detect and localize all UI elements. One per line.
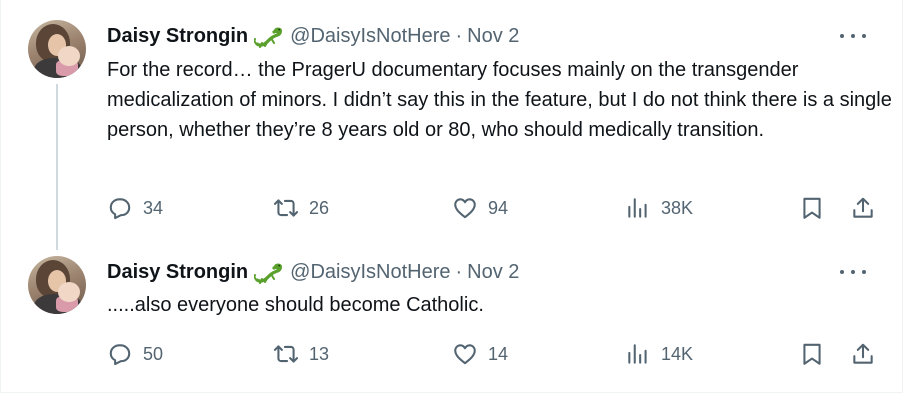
- share-icon: [853, 343, 873, 364]
- tweet-actions: 50 13 14 14K: [1, 339, 902, 369]
- lizard-emoji-icon: [254, 263, 283, 284]
- share-icon: [853, 197, 873, 218]
- thread-connector-line: [56, 84, 58, 250]
- separator-dot: ·: [455, 260, 463, 283]
- reply-button[interactable]: 50: [107, 339, 163, 369]
- repost-button[interactable]: 13: [273, 339, 329, 369]
- share-button[interactable]: [850, 339, 876, 369]
- tweet-header: Daisy Strongin @DaisyIsNotHere · Nov 2: [107, 24, 519, 48]
- reply-count: 50: [143, 343, 164, 364]
- like-button[interactable]: 94: [452, 193, 508, 223]
- bookmark-button[interactable]: [799, 339, 825, 369]
- thread-container: Daisy Strongin @DaisyIsNotHere · Nov 2 F…: [0, 0, 903, 393]
- repost-count: 13: [309, 343, 330, 364]
- reply-icon: [109, 344, 131, 366]
- view-count: 14K: [661, 343, 694, 364]
- repost-icon: [273, 199, 299, 217]
- reply-icon: [109, 198, 131, 220]
- more-options-icon[interactable]: [840, 26, 866, 46]
- heart-icon: [454, 344, 476, 365]
- tweet[interactable]: Daisy Strongin @DaisyIsNotHere · Nov 2 .…: [1, 250, 902, 390]
- author-handle[interactable]: @DaisyIsNotHere: [290, 25, 450, 48]
- separator-dot: ·: [455, 24, 463, 47]
- views-button[interactable]: 38K: [625, 193, 693, 223]
- tweet-actions: 34 26 94 38K: [1, 193, 902, 223]
- tweet-date[interactable]: Nov 2: [467, 261, 519, 284]
- reply-button[interactable]: 34: [107, 193, 163, 223]
- reply-count: 34: [143, 197, 164, 218]
- bookmark-icon: [803, 197, 821, 219]
- like-count: 94: [488, 197, 509, 218]
- views-chart-icon: [628, 198, 647, 218]
- avatar[interactable]: [28, 20, 86, 78]
- heart-icon: [454, 198, 476, 219]
- repost-button[interactable]: 26: [273, 193, 329, 223]
- tweet-header: Daisy Strongin @DaisyIsNotHere · Nov 2: [107, 260, 519, 284]
- bookmark-button[interactable]: [799, 193, 825, 223]
- avatar[interactable]: [28, 256, 86, 314]
- tweet[interactable]: Daisy Strongin @DaisyIsNotHere · Nov 2 F…: [1, 0, 902, 250]
- like-button[interactable]: 14: [452, 339, 508, 369]
- author-handle[interactable]: @DaisyIsNotHere: [290, 261, 450, 284]
- author-name[interactable]: Daisy Strongin: [107, 25, 248, 48]
- lizard-emoji-icon: [254, 27, 283, 48]
- repost-icon: [273, 345, 299, 363]
- repost-count: 26: [309, 197, 330, 218]
- tweet-text: .....also everyone should become Catholi…: [107, 294, 484, 316]
- views-button[interactable]: 14K: [625, 339, 693, 369]
- view-count: 38K: [661, 197, 694, 218]
- bookmark-icon: [803, 343, 821, 365]
- more-options-icon[interactable]: [840, 262, 866, 282]
- tweet-text: For the record… the PragerU documentary …: [107, 59, 892, 141]
- like-count: 14: [488, 343, 509, 364]
- views-chart-icon: [628, 344, 647, 364]
- share-button[interactable]: [850, 193, 876, 223]
- author-name[interactable]: Daisy Strongin: [107, 261, 248, 284]
- tweet-date[interactable]: Nov 2: [467, 25, 519, 48]
